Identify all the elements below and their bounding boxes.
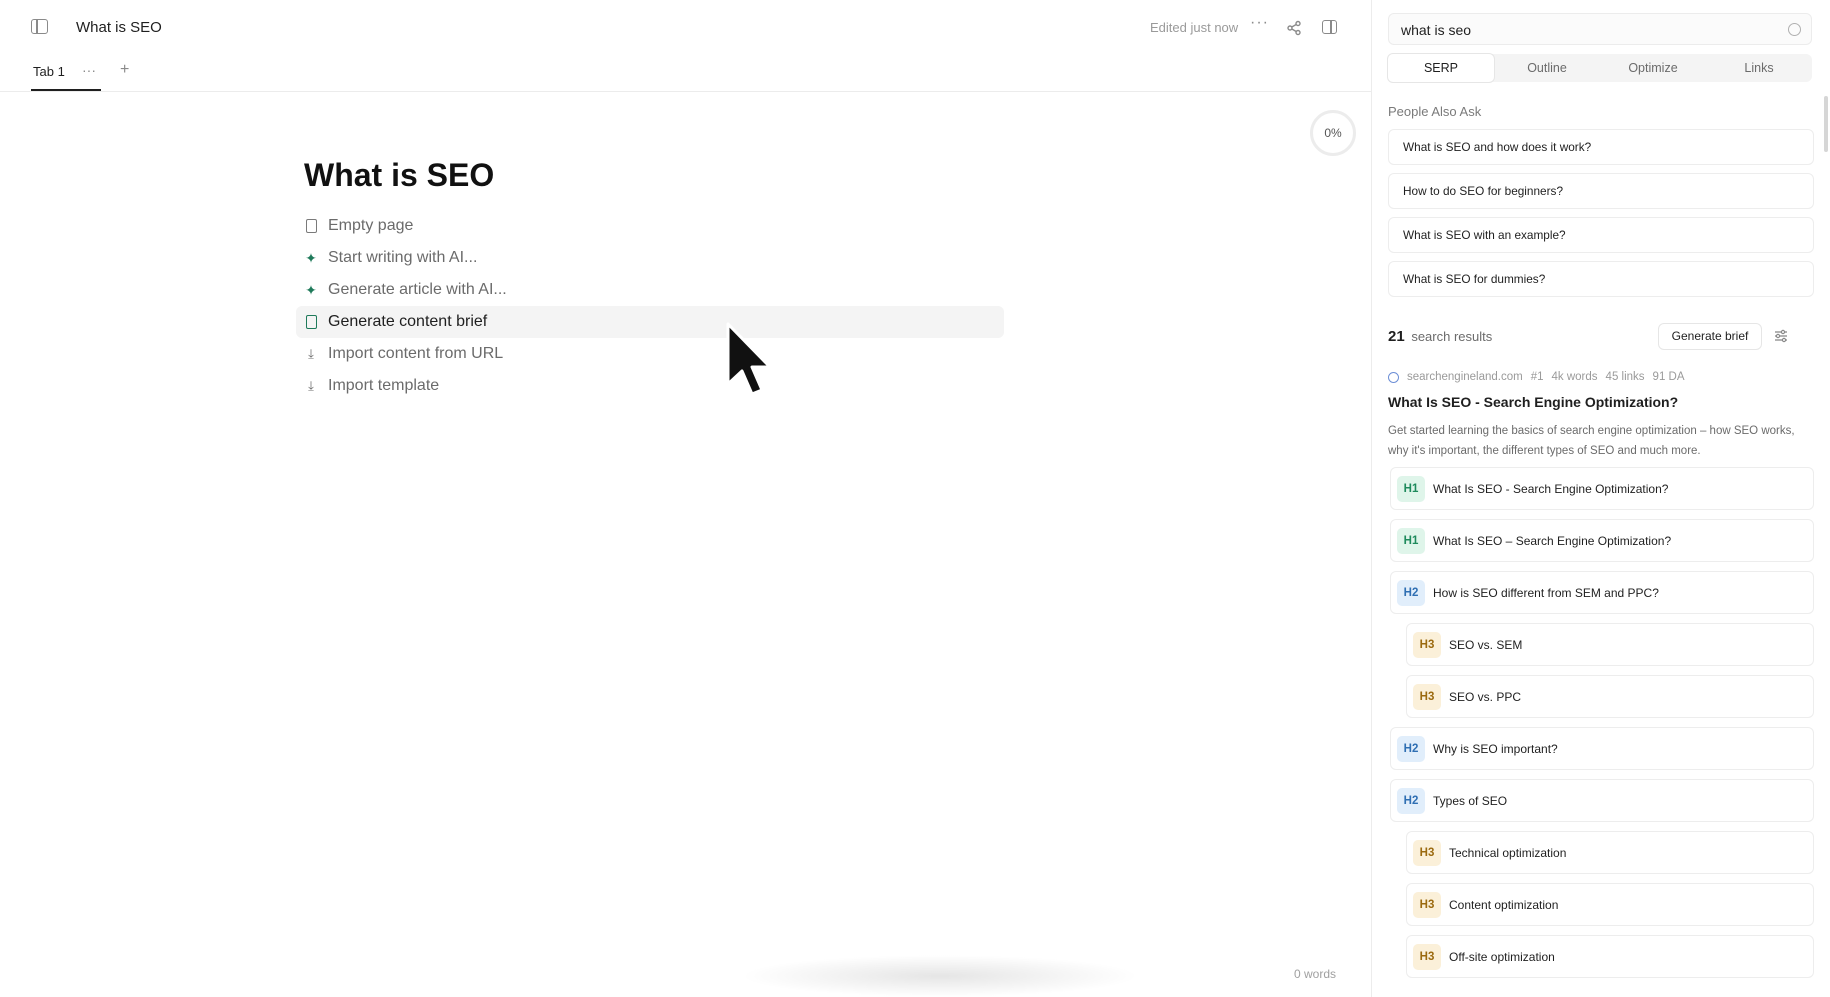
heading-level-badge: H1 [1397,475,1425,502]
search-value: what is seo [1401,22,1472,38]
page-icon [304,219,318,233]
gear-icon[interactable] [1788,23,1801,36]
tab-more-icon[interactable]: ··· [82,62,96,78]
add-tab-button[interactable]: + [120,61,129,79]
panel-tabs: SERP Outline Optimize Links [1388,54,1812,82]
heading-level-badge: H3 [1413,839,1441,866]
generate-brief-button[interactable]: Generate brief [1658,323,1762,350]
heading-level-badge: H2 [1397,787,1425,814]
result-domain[interactable]: searchengineland.com [1407,371,1523,383]
outline-text: SEO vs. SEM [1449,637,1523,652]
serp-panel: what is seo SERP Outline Optimize Links … [1372,0,1830,997]
more-options-icon[interactable]: ··· [1250,14,1269,32]
toggle-panel-icon[interactable] [1322,20,1337,34]
mouse-pointer-icon [726,322,772,396]
outline-row[interactable]: H3 Content optimization [1406,883,1814,926]
paa-item[interactable]: What is SEO for dummies? [1388,261,1814,297]
edited-status: Edited just now [1150,20,1239,35]
share-icon[interactable] [1286,20,1302,36]
result-meta: searchengineland.com #1 4k words 45 link… [1388,371,1685,383]
result-title[interactable]: What Is SEO - Search Engine Optimization… [1388,394,1678,410]
result-words: 4k words [1551,371,1598,383]
bottom-shadow [740,955,1140,997]
outline-text: SEO vs. PPC [1449,689,1522,704]
results-number: 21 [1388,328,1405,345]
tab-serp[interactable]: SERP [1388,54,1494,82]
outline-text: Off-site optimization [1449,949,1555,964]
top-bar: What is SEO Edited just now ··· [0,0,1372,56]
heading-level-badge: H2 [1397,735,1425,762]
paa-list: What is SEO and how does it work? How to… [1388,129,1814,305]
heading-level-badge: H3 [1413,683,1441,710]
brief-icon [304,315,318,329]
outline-row[interactable]: H2 Types of SEO [1390,779,1814,822]
result-rank: #1 [1530,371,1544,383]
results-label: search results [1411,329,1493,344]
outline-text: Why is SEO important? [1433,741,1558,756]
outline-text: Technical optimization [1449,845,1567,860]
document-title: What is SEO [76,19,162,36]
outline-row[interactable]: H3 SEO vs. PPC [1406,675,1814,718]
menu-item-generate-brief[interactable]: Generate content brief [296,306,1004,338]
menu-item-import-url[interactable]: ⤓ Import content from URL [296,338,1004,370]
start-options-menu: Empty page ✦ Start writing with AI... ✦ … [296,210,1004,402]
site-favicon-icon [1388,371,1399,383]
heading-level-badge: H3 [1413,943,1441,970]
menu-item-empty-page[interactable]: Empty page [296,210,1004,242]
result-description: Get started learning the basics of searc… [1388,425,1795,457]
menu-item-label: Import template [328,377,440,394]
paa-heading: People Also Ask [1388,104,1482,119]
menu-item-label: Empty page [328,217,414,234]
app-window: What is SEO Edited just now ··· Tab 1 ··… [0,0,1830,997]
word-count: 0 words [1294,967,1337,981]
heading-level-badge: H3 [1413,631,1441,658]
sparkle-icon: ✦ [305,281,317,298]
tab-optimize[interactable]: Optimize [1600,54,1706,82]
heading-level-badge: H2 [1397,579,1425,606]
menu-item-start-writing-ai[interactable]: ✦ Start writing with AI... [296,242,1004,274]
outline-row[interactable]: H3 Technical optimization [1406,831,1814,874]
panel-scrollbar[interactable] [1824,96,1828,152]
outline-row[interactable]: H2 How is SEO different from SEM and PPC… [1390,571,1814,614]
results-count: 21 search results [1388,328,1492,345]
outline-text: What Is SEO – Search Engine Optimization… [1433,533,1672,548]
editor-pane: What is SEO Edited just now ··· Tab 1 ··… [0,0,1372,997]
heading-level-badge: H3 [1413,891,1441,918]
filter-icon[interactable] [1774,329,1788,343]
outline-text: Content optimization [1449,897,1559,912]
outline-row[interactable]: H3 Off-site optimization [1406,935,1814,978]
outline-row[interactable]: H1 What Is SEO – Search Engine Optimizat… [1390,519,1814,562]
keyword-search-input[interactable]: what is seo [1388,13,1812,45]
outline-text: Types of SEO [1433,793,1508,808]
paa-item[interactable]: How to do SEO for beginners? [1388,173,1814,209]
progress-indicator: 0% [1310,110,1356,156]
outline-row[interactable]: H3 SEO vs. SEM [1406,623,1814,666]
menu-item-label: Generate content brief [328,313,488,330]
page-heading[interactable]: What is SEO [304,157,494,194]
active-tab-indicator [31,89,101,91]
menu-item-label: Import content from URL [328,345,504,362]
heading-level-badge: H1 [1397,527,1425,554]
outline-text: What Is SEO - Search Engine Optimization… [1433,481,1669,496]
outline-row[interactable]: H2 Why is SEO important? [1390,727,1814,770]
paa-item[interactable]: What is SEO with an example? [1388,217,1814,253]
download-icon: ⤓ [308,378,314,393]
tab-bar: Tab 1 ··· + [0,56,1372,92]
sparkle-icon: ✦ [305,249,317,266]
result-links: 45 links [1605,371,1645,383]
menu-item-generate-article[interactable]: ✦ Generate article with AI... [296,274,1004,306]
result-da: 91 DA [1652,371,1685,383]
tab-outline[interactable]: Outline [1494,54,1600,82]
tab-1[interactable]: Tab 1 [33,64,65,79]
download-icon: ⤓ [308,346,314,361]
outline-row[interactable]: H1 What Is SEO - Search Engine Optimizat… [1390,467,1814,510]
menu-item-label: Generate article with AI... [328,281,507,298]
sidebar-toggle-icon[interactable] [31,19,48,34]
paa-item[interactable]: What is SEO and how does it work? [1388,129,1814,165]
outline-text: How is SEO different from SEM and PPC? [1433,585,1659,600]
menu-item-label: Start writing with AI... [328,249,478,266]
menu-item-import-template[interactable]: ⤓ Import template [296,370,1004,402]
result-outline: H1 What Is SEO - Search Engine Optimizat… [1390,467,1814,987]
tab-links[interactable]: Links [1706,54,1812,82]
